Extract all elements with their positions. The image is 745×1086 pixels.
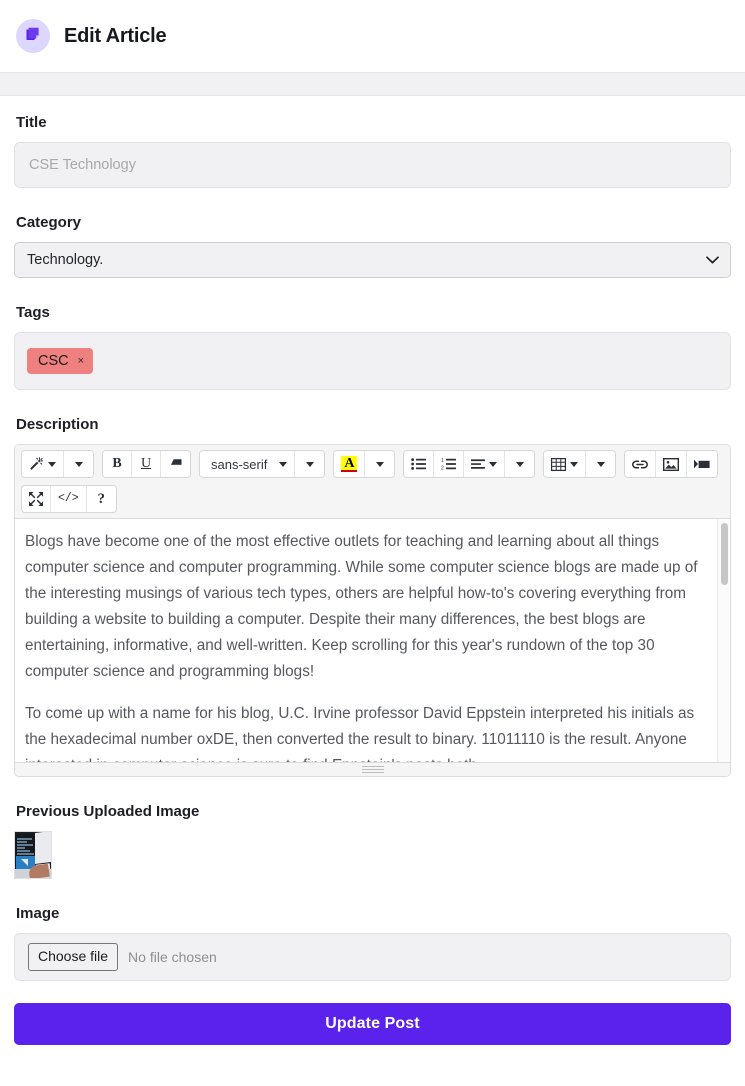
view-group: </> ? [21,485,117,513]
video-icon[interactable] [687,451,718,477]
font-family-label: sans-serif [211,456,268,472]
update-post-button[interactable]: Update Post [14,1003,731,1045]
table-group [543,450,617,478]
font-caret-icon [279,461,288,467]
title-input[interactable] [14,142,731,188]
chevron-down-icon [375,461,384,467]
font-style-group: B U [102,450,191,478]
style-group [21,450,94,478]
app-header: Edit Article [0,0,745,73]
editor-scrollbar-thumb[interactable] [721,523,728,585]
color-group: A [333,450,396,478]
paragraph-align-icon[interactable] [464,451,506,477]
svg-text:2: 2 [441,466,444,471]
choose-file-button[interactable]: Choose file [28,943,119,971]
font-dropdown-button[interactable] [295,451,325,477]
font-family-select[interactable]: sans-serif [200,451,296,477]
remove-format-icon[interactable] [161,451,190,477]
page-title: Edit Article [64,24,167,47]
code-view-button[interactable]: </> [51,486,87,512]
link-icon[interactable] [625,451,657,477]
color-dropdown-button[interactable] [365,451,395,477]
file-status-text: No file chosen [128,949,217,965]
chevron-down-icon [305,461,314,467]
unordered-list-icon[interactable] [404,451,435,477]
editor-paragraph: Blogs have become one of the most effect… [25,533,698,680]
underline-button[interactable]: U [132,451,161,477]
category-label: Category [16,214,82,231]
image-label: Image [16,905,60,922]
table-icon[interactable] [544,451,587,477]
tags-input[interactable]: CSC × [14,332,731,390]
editor-statusbar[interactable] [15,762,730,776]
recent-color-button[interactable]: A [334,451,366,477]
previous-image-label: Previous Uploaded Image [16,803,200,820]
category-select-wrapper: Technology. [14,242,731,278]
style-dropdown-button[interactable] [64,451,93,477]
help-button[interactable]: ? [86,486,116,512]
chevron-down-icon [74,461,83,467]
note-icon [16,19,50,53]
title-label: Title [16,114,47,131]
style-caret-icon [48,461,56,467]
table-caret-icon [570,461,579,467]
tag-chip[interactable]: CSC × [27,347,94,375]
image-file-input[interactable]: Choose file No file chosen [14,933,731,981]
editor-content-area[interactable]: Blogs have become one of the most effect… [15,519,730,762]
tags-label: Tags [16,304,50,321]
description-label: Description [16,416,99,433]
list-group: 1 2 [403,450,536,478]
picture-icon[interactable] [656,451,688,477]
edit-article-form: Title Category Technology. Tags CSC × De… [0,95,745,1067]
rich-text-editor: B U sans-serif A 1 2 </> ? Blogs have be… [14,444,731,777]
chevron-down-icon [515,461,524,467]
fullscreen-icon[interactable] [22,486,51,512]
bold-button[interactable]: B [103,451,132,477]
font-name-group: sans-serif [199,450,326,478]
tag-remove-button[interactable]: × [78,355,84,367]
align-caret-icon [489,461,498,467]
align-dropdown-button[interactable] [505,451,535,477]
table-dropdown-button[interactable] [586,451,616,477]
editor-scrollbar[interactable] [717,519,730,762]
tag-label: CSC [38,352,69,369]
insert-group [624,450,719,478]
magic-wand-icon[interactable] [22,451,64,477]
chevron-down-icon [596,461,605,467]
previous-image-thumbnail [14,831,52,879]
highlight-a-icon: A [341,456,358,472]
resize-handle-icon[interactable] [361,766,384,773]
category-select[interactable]: Technology. [14,242,731,278]
editor-toolbar: B U sans-serif A 1 2 </> ? [15,445,730,519]
svg-text:1: 1 [441,458,444,464]
editor-text[interactable]: Blogs have become one of the most effect… [15,519,730,762]
section-divider [0,73,745,95]
ordered-list-icon[interactable]: 1 2 [434,451,465,477]
editor-paragraph: To come up with a name for his blog, U.C… [25,705,695,762]
